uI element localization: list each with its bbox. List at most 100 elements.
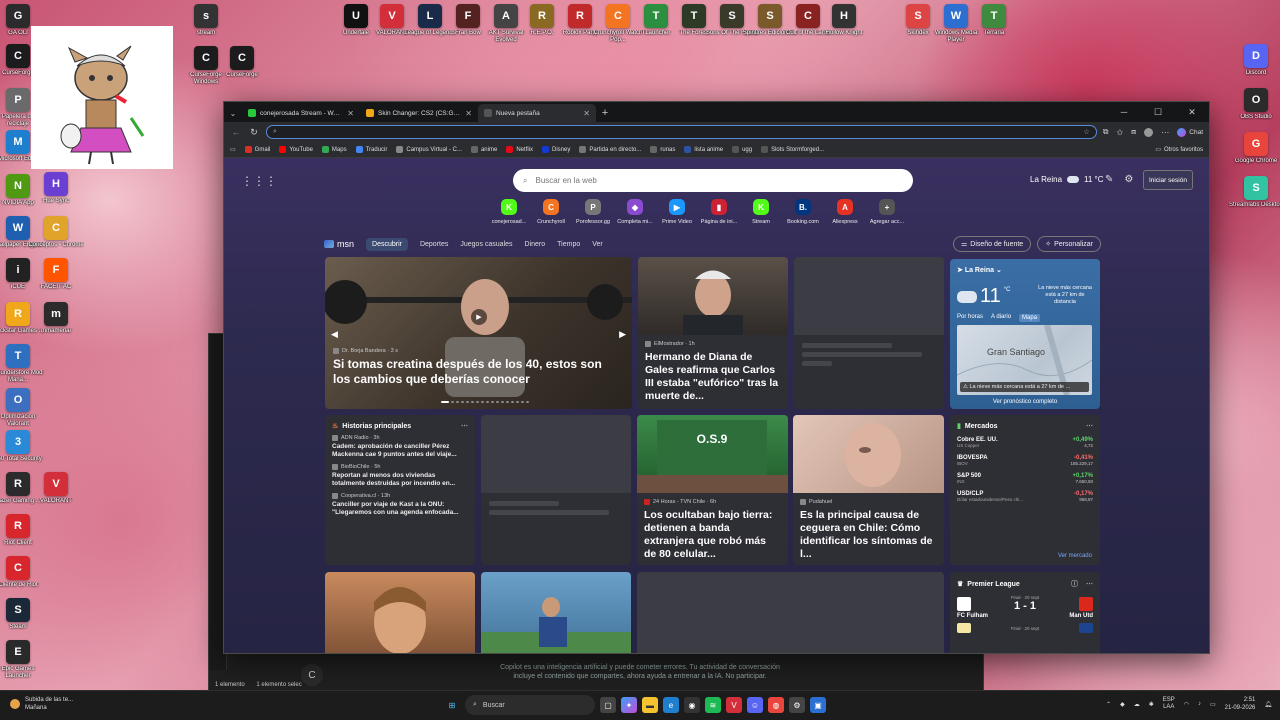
bookmark-item[interactable]: Campus Virtual - C... (396, 146, 462, 153)
tray-app-icon[interactable]: ◆ (1120, 701, 1125, 708)
edge-icon[interactable]: e (663, 697, 679, 713)
language-indicator[interactable]: ESP LAA (1163, 697, 1175, 711)
volume-icon[interactable]: ♪ (1198, 701, 1201, 707)
desktop-icon[interactable]: S Streamlabs Desktop (1228, 176, 1280, 209)
market-row[interactable]: Cobre EE. UU. US Copper +0,49% 4,72 (957, 437, 1093, 448)
info-icon[interactable]: ⓘ (1071, 579, 1078, 589)
desktop-icon[interactable]: C Conceptos - Chrome (28, 216, 84, 249)
premier-league-card[interactable]: ♛ Premier League ⓘ ⋯ Final · 20 sept 1 - 1 … (950, 572, 1100, 653)
browser-tab[interactable]: Skin Changer: CS2 (CS:GO) Trading... ✕ (360, 104, 478, 122)
desktop-icon[interactable]: m mmamenai (28, 302, 84, 335)
weather-snow-note[interactable]: La nieve más cercana está a 27 km de dis… (1036, 285, 1094, 306)
minimize-icon[interactable]: ─ (1107, 102, 1141, 122)
news-card-blindness[interactable]: Pudahuel Es la principal causa de ceguer… (793, 415, 944, 565)
desktop-icon[interactable]: s stream (178, 4, 234, 37)
browser-tab[interactable]: conejerosada Stream - Watch Liv... ✕ (242, 104, 360, 122)
full-forecast-link[interactable]: Ver pronóstico completo (950, 399, 1100, 405)
bookmark-item[interactable]: Maps (321, 146, 347, 153)
weather-widget-location[interactable]: ➤ La Reina ⌄ (957, 266, 1002, 274)
prev-arrow-icon[interactable]: ◀ (331, 329, 338, 340)
favorites-icon[interactable]: ✩ (1116, 128, 1123, 137)
back-icon[interactable]: ← (230, 127, 242, 137)
weather-tab[interactable]: Mapa (1019, 314, 1041, 322)
discord-icon[interactable]: ☺ (747, 697, 763, 713)
bookmark-item[interactable]: anime (470, 146, 497, 153)
other-favorites[interactable]: ▭ Otros favoritos (1155, 146, 1203, 154)
play-icon[interactable]: ▶ (471, 309, 487, 325)
tray-cloud-icon[interactable]: ☁ (1134, 701, 1140, 708)
hero-card[interactable]: ▶ ◀ ▶ Dr. Borja Bandera · 3 s Si tomas c… (325, 257, 632, 409)
desktop-icon[interactable]: D Discord (1228, 44, 1280, 77)
tab-close-icon[interactable]: ✕ (465, 109, 472, 118)
msn-tab[interactable]: Deportes (420, 241, 448, 248)
desktop-icon[interactable]: S Steam (0, 598, 46, 631)
quick-link[interactable]: B. Booking.com (782, 199, 824, 225)
bookmark-folder-icon[interactable]: ▭ (230, 146, 236, 153)
tab-close-icon[interactable]: ✕ (347, 109, 354, 118)
quick-link[interactable]: ▮ Página de ini... (698, 199, 740, 225)
more-options-icon[interactable]: ⋯ (1086, 580, 1093, 588)
bookmark-item[interactable]: Slots Stormforged... (761, 146, 824, 153)
start-icon[interactable]: ⊞ (444, 697, 460, 713)
edit-icon[interactable]: ✎ (1105, 174, 1113, 185)
copilot-taskbar-icon[interactable]: ✦ (621, 697, 637, 713)
market-row[interactable]: IBOVESPA IBOV -0,41% 185.229,17 (957, 455, 1093, 466)
bookmark-item[interactable]: Netflix (506, 146, 533, 153)
web-search-box[interactable]: ⌕ Buscar en la web (513, 169, 913, 192)
next-arrow-icon[interactable]: ▶ (619, 329, 626, 340)
desktop-icon[interactable]: T Thunderstore Mod Mana... (0, 344, 46, 384)
favorite-star-icon[interactable]: ☆ (1083, 128, 1089, 136)
markets-card[interactable]: ▮ Mercados ⋯ Cobre EE. UU. US Copper +0,49% 4… (950, 415, 1100, 565)
file-explorer-icon[interactable]: ▬ (642, 697, 658, 713)
quick-link[interactable]: P Porofessor.gg (572, 199, 614, 225)
desktop-icon[interactable]: E Epic Games Launcher (0, 640, 46, 680)
desktop-icon[interactable]: O Optimización Valorant (0, 388, 46, 428)
more-options-icon[interactable]: ⋯ (461, 422, 468, 430)
bookmark-item[interactable]: ugg (732, 146, 752, 153)
quick-link[interactable]: Kconejerosad... (488, 199, 530, 225)
settings-icon[interactable]: ⚙ (789, 697, 805, 713)
taskbar-weather[interactable]: Subida de las te... Mañana (10, 696, 73, 712)
desktop-icon[interactable]: R Riot Client (0, 514, 46, 547)
desktop-icon[interactable]: H Hue Sync (28, 172, 84, 205)
quick-link[interactable]: A Aliexpress (824, 199, 866, 225)
photos-icon[interactable]: ▣ (810, 697, 826, 713)
quick-link[interactable]: + Agregar acc... (866, 199, 908, 225)
msn-tab[interactable]: Ver (592, 241, 603, 248)
settings-gear-icon[interactable]: ⚙ (1124, 174, 1133, 185)
refresh-icon[interactable]: ↻ (248, 127, 260, 138)
news-card-football[interactable] (481, 572, 631, 653)
desktop-icon[interactable]: C Cliente de Riot (0, 556, 46, 589)
story-item[interactable]: ADN Radio · 3h Cadem: aprobación de canci… (332, 435, 468, 459)
tab-actions-icon[interactable]: ⌄ (224, 104, 242, 122)
match-row[interactable]: Final · 20 sept (957, 623, 1093, 633)
apps-grid-icon[interactable]: ⋮⋮⋮ (241, 174, 277, 188)
valorant-icon[interactable]: V (726, 697, 742, 713)
taskbar-search[interactable]: ⌕ Buscar (465, 695, 595, 715)
more-options-icon[interactable]: ⋯ (1086, 422, 1093, 430)
msn-tab[interactable]: Juegos casuales (460, 241, 512, 248)
bookmark-item[interactable]: Partida en directo... (579, 146, 641, 153)
market-row[interactable]: USD/CLP Dólar estadounidense/Peso chi... -… (957, 491, 1093, 502)
snow-alert[interactable]: ⚠ La nieve más cercana está a 27 km de .… (960, 382, 1089, 392)
desktop-icon[interactable]: C CurseForge (214, 46, 270, 79)
quick-link[interactable]: C Crunchyroll (530, 199, 572, 225)
wifi-icon[interactable]: ◠ (1184, 701, 1189, 708)
news-card-bandits[interactable]: O.S.9 24 Horas - TVN Chile · 6h Los ocul… (637, 415, 788, 565)
desktop-icon[interactable]: O OBS Studio (1228, 88, 1280, 121)
desktop-icon[interactable]: F FACEIT AC (28, 258, 84, 291)
story-item[interactable]: BioBioChile · 5h Reportan al menos dos vi… (332, 464, 468, 488)
news-card-portrait[interactable] (325, 572, 475, 653)
msn-tab[interactable]: Tiempo (557, 241, 580, 248)
desktop-icon[interactable]: V VALORANT (28, 472, 84, 505)
collections-icon[interactable]: ⧈ (1131, 127, 1136, 137)
view-market-link[interactable]: Ver mercado (1058, 553, 1092, 559)
match-row[interactable]: Final · 20 sept 1 - 1 (957, 595, 1093, 612)
bookmark-item[interactable]: Gmail (244, 146, 270, 153)
quick-link[interactable]: ▶ Prime Video (656, 199, 698, 225)
desktop-icon[interactable]: T Terraria (966, 4, 1022, 37)
chrome-icon[interactable]: ◍ (768, 697, 784, 713)
tray-bluetooth-icon[interactable]: ✱ (1149, 701, 1154, 708)
tray-chevron-icon[interactable]: ⌃ (1106, 701, 1111, 708)
spotify-icon[interactable]: ≋ (705, 697, 721, 713)
